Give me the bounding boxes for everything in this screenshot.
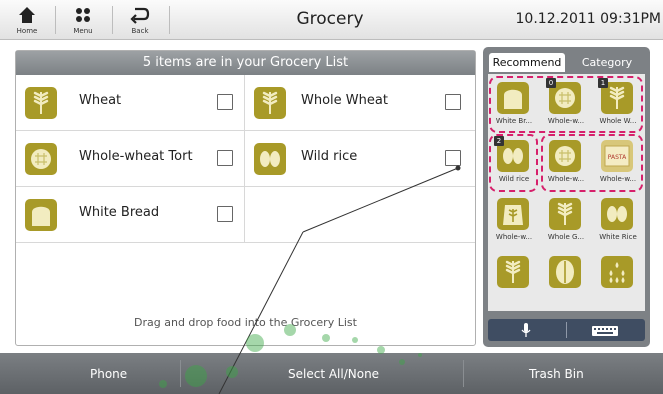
- food-tile-label: Whole G...: [547, 233, 585, 241]
- controls-divider: [566, 322, 567, 338]
- tab-recommend[interactable]: Recommend: [489, 53, 565, 72]
- highlight-top-row: [489, 76, 643, 133]
- list-item[interactable]: Wheat: [16, 75, 245, 130]
- food-tile-label: Whole-w...: [495, 233, 533, 241]
- table-row: Whole-wheat Tort Wild rice: [16, 131, 475, 187]
- menu-label: Menu: [73, 27, 93, 35]
- food-tile[interactable]: White Rice: [593, 193, 643, 248]
- list-item[interactable]: Whole-wheat Tort: [16, 131, 245, 186]
- rice-icon: [600, 197, 634, 231]
- food-tile[interactable]: [593, 251, 643, 306]
- home-icon: [2, 4, 52, 26]
- item-checkbox[interactable]: [217, 94, 233, 110]
- item-name: Wild rice: [301, 149, 358, 164]
- phone-button[interactable]: Phone: [90, 367, 127, 381]
- wheat-bag-icon: [496, 197, 530, 231]
- item-checkbox[interactable]: [445, 94, 461, 110]
- page-title: Grocery: [296, 9, 364, 29]
- bottom-divider: [463, 360, 464, 387]
- menu-button[interactable]: Menu: [58, 2, 108, 38]
- highlight-next-row: [541, 134, 643, 192]
- keyboard-icon[interactable]: [591, 323, 619, 342]
- home-label: Home: [16, 27, 38, 35]
- food-tile[interactable]: [489, 251, 539, 306]
- item-name: Whole Wheat: [301, 93, 388, 108]
- item-checkbox[interactable]: [217, 150, 233, 166]
- back-label: Back: [131, 27, 149, 35]
- top-bar: Home Menu Back Grocery 10.12.2011 09:31P…: [0, 0, 663, 40]
- order-badge: 2: [494, 136, 504, 146]
- food-picker-panel: Recommend Category White Br... 0 Whole-w…: [483, 47, 650, 347]
- menu-icon: [58, 4, 108, 26]
- seeds-icon: [600, 255, 634, 289]
- wheat-icon: [253, 86, 287, 120]
- item-checkbox[interactable]: [217, 206, 233, 222]
- bottom-divider: [180, 360, 181, 387]
- empty-list-slot: [245, 187, 475, 242]
- nav-divider: [55, 6, 56, 34]
- order-badge: 0: [546, 78, 556, 88]
- grocery-list-header: 5 items are in your Grocery List: [16, 51, 475, 75]
- grain-icon: [548, 255, 582, 289]
- wheat-icon: [496, 255, 530, 289]
- rice-icon: [253, 142, 287, 176]
- datetime-display: 10.12.2011 09:31PM: [515, 11, 661, 27]
- item-name: Whole-wheat Tort: [79, 149, 193, 164]
- list-item[interactable]: Wild rice: [245, 131, 475, 186]
- nav-divider: [169, 6, 170, 34]
- wheat-icon: [24, 86, 58, 120]
- food-tile[interactable]: [541, 251, 591, 306]
- back-icon: [115, 4, 165, 26]
- order-badge: 1: [598, 78, 608, 88]
- food-grid: White Br... 0 Whole-w... 1 Whole W... 2 …: [488, 74, 645, 311]
- input-controls: [488, 319, 645, 341]
- tortilla-icon: [24, 142, 58, 176]
- nav-divider: [112, 6, 113, 34]
- item-checkbox[interactable]: [445, 150, 461, 166]
- item-name: White Bread: [79, 205, 160, 220]
- trash-bin-button[interactable]: Trash Bin: [529, 367, 584, 381]
- wheat-icon: [548, 197, 582, 231]
- list-item[interactable]: White Bread: [16, 187, 245, 242]
- bottom-bar: Phone Select All/None Trash Bin: [0, 353, 663, 394]
- food-tile-label: White Rice: [599, 233, 637, 241]
- food-tile[interactable]: Whole G...: [541, 193, 591, 248]
- bread-icon: [24, 198, 58, 232]
- list-item[interactable]: Whole Wheat: [245, 75, 475, 130]
- home-button[interactable]: Home: [2, 2, 52, 38]
- table-row: White Bread: [16, 187, 475, 243]
- tab-category[interactable]: Category: [571, 53, 643, 72]
- table-row: Wheat Whole Wheat: [16, 75, 475, 131]
- item-name: Wheat: [79, 93, 122, 108]
- back-button[interactable]: Back: [115, 2, 165, 38]
- microphone-icon[interactable]: [518, 322, 534, 342]
- select-all-button[interactable]: Select All/None: [288, 367, 379, 381]
- drag-hint: Drag and drop food into the Grocery List: [134, 316, 357, 329]
- grocery-list-panel: 5 items are in your Grocery List Wheat W…: [15, 50, 476, 346]
- food-tile[interactable]: Whole-w...: [489, 193, 539, 248]
